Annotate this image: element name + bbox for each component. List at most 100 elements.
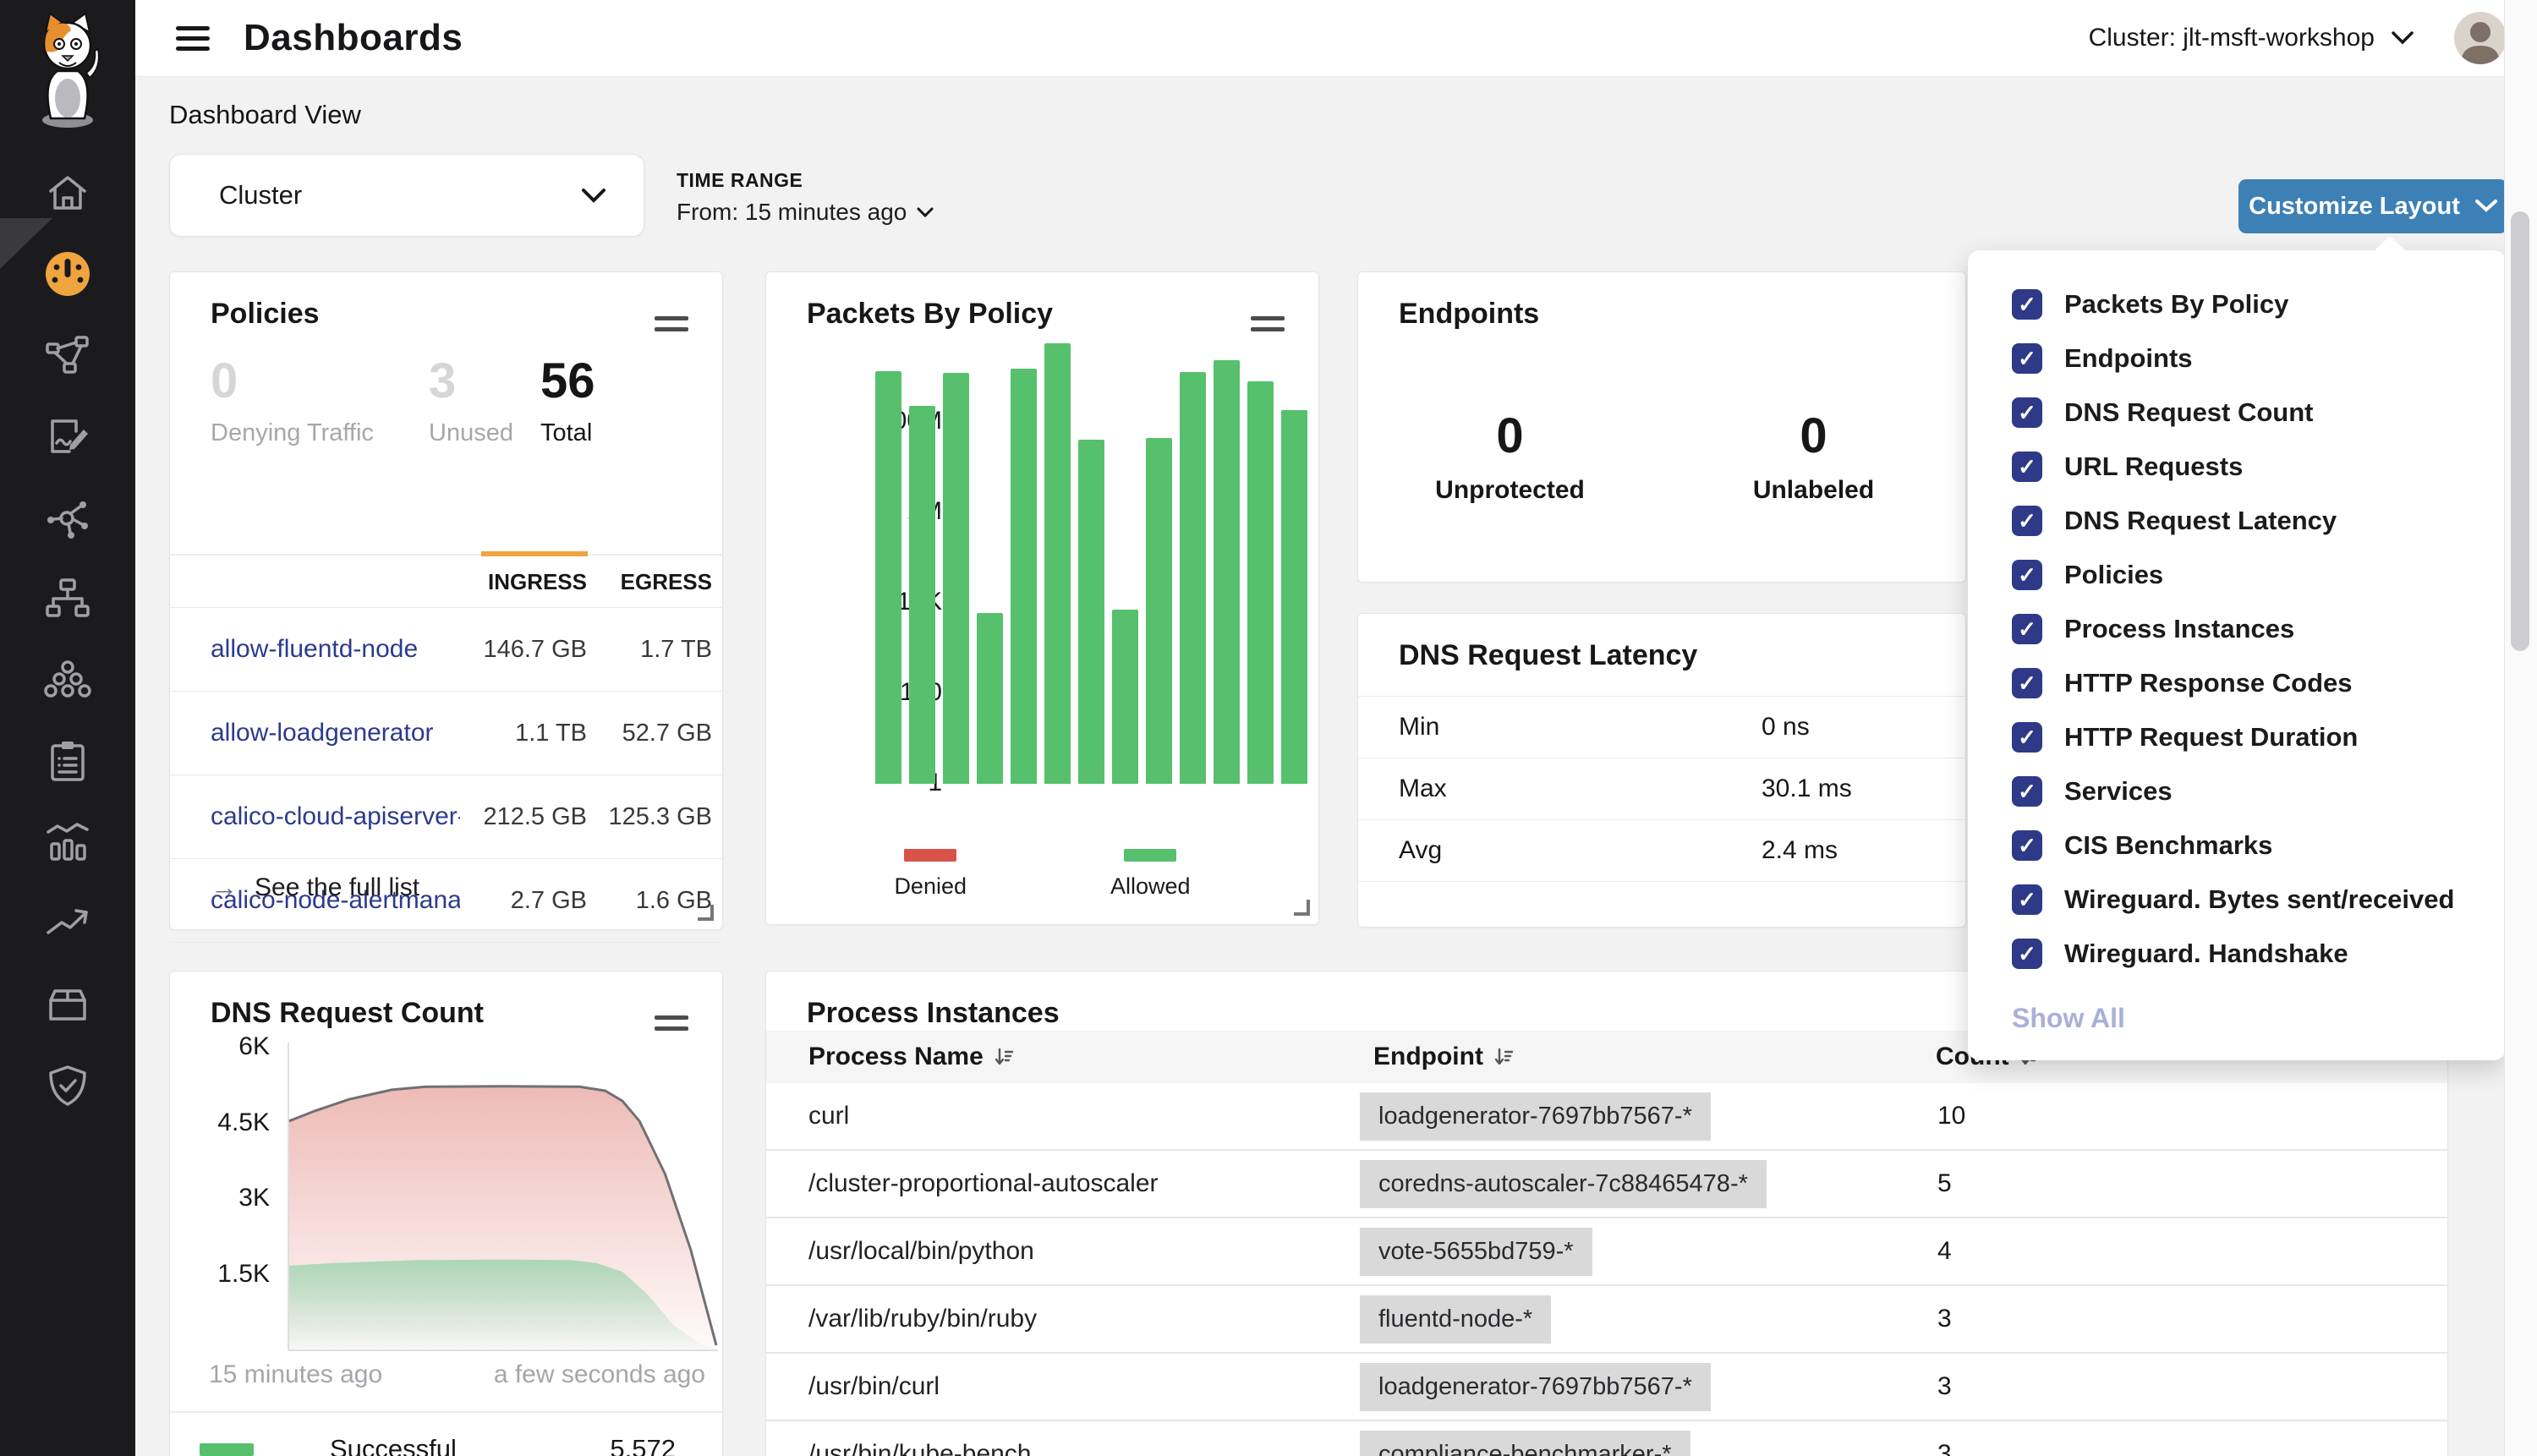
page-scrollbar[interactable] xyxy=(2504,0,2537,1456)
bar-allowed[interactable] xyxy=(943,373,969,784)
checkbox-checked-icon[interactable]: ✓ xyxy=(2012,560,2042,590)
legend-label: Successful xyxy=(330,1434,457,1456)
process-endpoint: coredns-autoscaler-7c88465478-* xyxy=(1360,1160,1767,1208)
calico-cat-logo[interactable] xyxy=(24,12,112,139)
process-name: /usr/bin/curl xyxy=(808,1372,940,1401)
security-shield-icon[interactable] xyxy=(0,1045,135,1126)
scrollbar-thumb[interactable] xyxy=(2511,211,2529,651)
endpoint-chip[interactable]: loadgenerator-7697bb7567-* xyxy=(1360,1363,1711,1411)
menu-item-policies[interactable]: ✓Policies xyxy=(1968,548,2506,602)
menu-item-wireguard-bytes-sent-received[interactable]: ✓Wireguard. Bytes sent/received xyxy=(1968,873,2506,927)
legend-swatch xyxy=(1124,849,1176,862)
bar-allowed[interactable] xyxy=(1180,372,1206,784)
bar-allowed[interactable] xyxy=(1044,343,1071,784)
menu-item-cis-benchmarks[interactable]: ✓CIS Benchmarks xyxy=(1968,818,2506,873)
checkbox-checked-icon[interactable]: ✓ xyxy=(2012,939,2042,969)
bar-allowed[interactable] xyxy=(1011,369,1037,784)
legend-row-successful[interactable]: Successful5,572 xyxy=(170,1413,722,1456)
threat-graph-icon[interactable] xyxy=(0,477,135,558)
checkbox-checked-icon[interactable]: ✓ xyxy=(2012,343,2042,374)
chevron-down-icon xyxy=(581,188,606,203)
sort-icon[interactable] xyxy=(1493,1047,1514,1067)
bar-allowed[interactable] xyxy=(1078,440,1104,784)
policies-stat-denying-traffic[interactable]: 0Denying Traffic xyxy=(211,357,388,554)
checkbox-checked-icon[interactable]: ✓ xyxy=(2012,289,2042,320)
menu-item-services[interactable]: ✓Services xyxy=(1968,764,2506,818)
legend-item-denied[interactable]: Denied xyxy=(894,849,967,900)
process-row: /var/lib/ruby/bin/rubyfluentd-node-*3 xyxy=(766,1286,2447,1354)
bar-allowed[interactable] xyxy=(977,613,1003,784)
endpoint-chip[interactable]: loadgenerator-7697bb7567-* xyxy=(1360,1092,1711,1141)
drag-handle-icon[interactable] xyxy=(655,309,688,338)
dashboard-gauge-icon[interactable] xyxy=(0,233,135,315)
customize-layout-button[interactable]: Customize Layout xyxy=(2238,179,2507,233)
menu-item-dns-request-count[interactable]: ✓DNS Request Count xyxy=(1968,386,2506,440)
bar-allowed[interactable] xyxy=(1281,410,1307,784)
network-sets-icon[interactable] xyxy=(0,558,135,639)
resize-handle[interactable] xyxy=(1294,900,1310,916)
menu-item-endpoints[interactable]: ✓Endpoints xyxy=(1968,331,2506,386)
sort-icon[interactable] xyxy=(994,1047,1014,1067)
see-full-list-label: See the full list xyxy=(255,873,419,902)
endpoint-chip[interactable]: fluentd-node-* xyxy=(1360,1295,1551,1344)
cluster-selector[interactable]: Cluster: jlt-msft-workshop xyxy=(2089,24,2414,52)
checkbox-checked-icon[interactable]: ✓ xyxy=(2012,397,2042,428)
time-range-control[interactable]: TIME RANGE From: 15 minutes ago xyxy=(677,169,934,226)
policy-name-link[interactable]: allow-fluentd-node xyxy=(211,635,460,664)
hamburger-menu-icon[interactable] xyxy=(176,20,210,57)
packages-icon[interactable] xyxy=(0,964,135,1045)
compliance-reports-icon[interactable] xyxy=(0,720,135,802)
endpoint-chip[interactable]: coredns-autoscaler-7c88465478-* xyxy=(1360,1160,1767,1208)
see-full-list-link[interactable]: → See the full list xyxy=(211,872,419,903)
menu-item-dns-request-latency[interactable]: ✓DNS Request Latency xyxy=(1968,494,2506,548)
policies-stat-unused[interactable]: 3Unused xyxy=(429,357,513,554)
checkbox-checked-icon[interactable]: ✓ xyxy=(2012,776,2042,807)
checkbox-checked-icon[interactable]: ✓ xyxy=(2012,452,2042,482)
column-header-egress[interactable]: EGRESS xyxy=(587,569,712,595)
menu-item-label: URL Requests xyxy=(2064,452,2243,482)
avatar[interactable] xyxy=(2454,12,2507,64)
bar-allowed[interactable] xyxy=(909,406,935,784)
customize-layout-label: Customize Layout xyxy=(2249,193,2460,221)
menu-item-wireguard-handshake[interactable]: ✓Wireguard. Handshake xyxy=(1968,927,2506,981)
menu-item-packets-by-policy[interactable]: ✓Packets By Policy xyxy=(1968,277,2506,331)
policy-editor-icon[interactable] xyxy=(0,396,135,477)
bar-allowed[interactable] xyxy=(1112,610,1138,784)
menu-item-process-instances[interactable]: ✓Process Instances xyxy=(1968,602,2506,656)
policies-stat-total[interactable]: 56Total xyxy=(540,357,647,554)
endpoint-chip[interactable]: compliance-benchmarker-* xyxy=(1360,1431,1690,1456)
checkbox-checked-icon[interactable]: ✓ xyxy=(2012,506,2042,536)
bar-allowed[interactable] xyxy=(875,371,901,784)
column-header-ingress[interactable]: INGRESS xyxy=(460,569,587,595)
checkbox-checked-icon[interactable]: ✓ xyxy=(2012,722,2042,753)
process-count: 10 xyxy=(1937,1102,1965,1130)
service-graph-icon[interactable] xyxy=(0,315,135,396)
policy-ingress-value: 212.5 GB xyxy=(460,803,587,831)
checkbox-checked-icon[interactable]: ✓ xyxy=(2012,884,2042,915)
chevron-down-icon xyxy=(917,207,934,218)
bar-allowed[interactable] xyxy=(1247,381,1274,784)
activity-stats-icon[interactable] xyxy=(0,802,135,883)
menu-item-url-requests[interactable]: ✓ URL Requests xyxy=(1968,440,2506,494)
checkbox-checked-icon[interactable]: ✓ xyxy=(2012,614,2042,644)
clusters-icon[interactable] xyxy=(0,639,135,720)
policy-name-link[interactable]: allow-loadgenerator xyxy=(211,719,460,747)
menu-item-http-response-codes[interactable]: ✓HTTP Response Codes xyxy=(1968,656,2506,710)
bar-allowed[interactable] xyxy=(1146,438,1172,784)
column-header-process-name[interactable]: Process Name xyxy=(808,1043,1014,1071)
view-select[interactable]: Cluster xyxy=(169,154,644,237)
endpoint-chip[interactable]: vote-5655bd759-* xyxy=(1360,1228,1592,1276)
legend-item-allowed[interactable]: Allowed xyxy=(1110,849,1191,900)
column-header-endpoint[interactable]: Endpoint xyxy=(1373,1043,1514,1071)
policy-name-link[interactable]: calico-cloud-apiserver-… xyxy=(211,802,460,831)
menu-item-http-request-duration[interactable]: ✓HTTP Request Duration xyxy=(1968,710,2506,764)
show-all-link[interactable]: Show All xyxy=(2012,1003,2506,1034)
trends-icon[interactable] xyxy=(0,883,135,964)
bar-allowed[interactable] xyxy=(1214,360,1240,784)
drag-handle-icon[interactable] xyxy=(655,1009,688,1037)
home-icon[interactable] xyxy=(0,152,135,233)
checkbox-checked-icon[interactable]: ✓ xyxy=(2012,668,2042,698)
checkbox-checked-icon[interactable]: ✓ xyxy=(2012,830,2042,861)
resize-handle[interactable] xyxy=(698,905,714,921)
column-header-label: Process Name xyxy=(808,1043,984,1071)
